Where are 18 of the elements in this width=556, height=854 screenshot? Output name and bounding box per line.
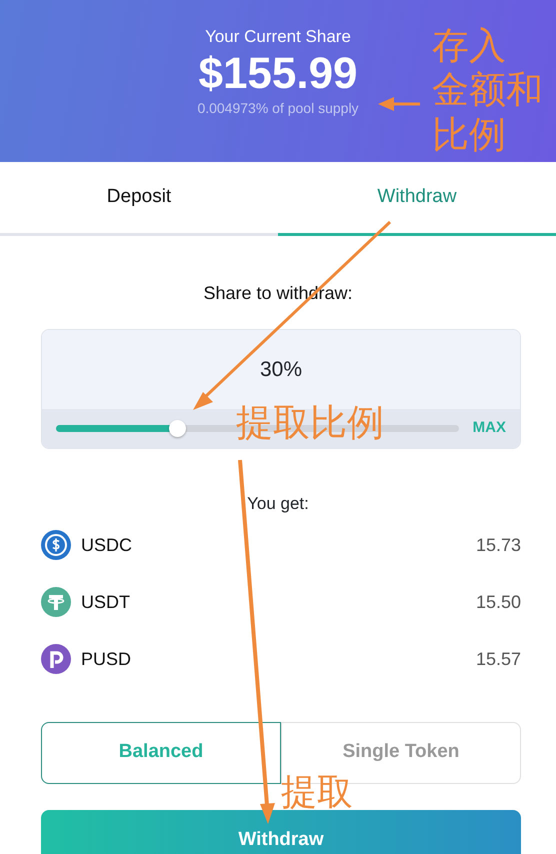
token-amount: 15.73	[476, 534, 521, 556]
share-title: Your Current Share	[205, 26, 351, 48]
pool-share-text: 0.004973% of pool supply	[197, 98, 359, 118]
token-symbol: USDC	[81, 534, 134, 556]
token-symbol: USDT	[81, 590, 131, 614]
token-amount: 15.57	[476, 648, 521, 670]
token-symbol: PUSD	[81, 648, 132, 670]
you-get-label: You get:	[246, 493, 310, 515]
annotation-text: 比例	[432, 112, 506, 157]
mode-toggle[interactable]: Balanced	[41, 722, 281, 784]
withdraw-button[interactable]: Withdraw	[41, 810, 521, 854]
annotation-text: 金额和	[432, 68, 543, 112]
max-button[interactable]: MAX	[472, 417, 506, 440]
annotation-text: 存入	[432, 24, 506, 68]
slider-thumb[interactable]	[168, 420, 186, 437]
annotation-arrow	[378, 97, 420, 111]
token-amount: 15.50	[476, 590, 521, 614]
share-amount: $155.99	[198, 50, 358, 98]
